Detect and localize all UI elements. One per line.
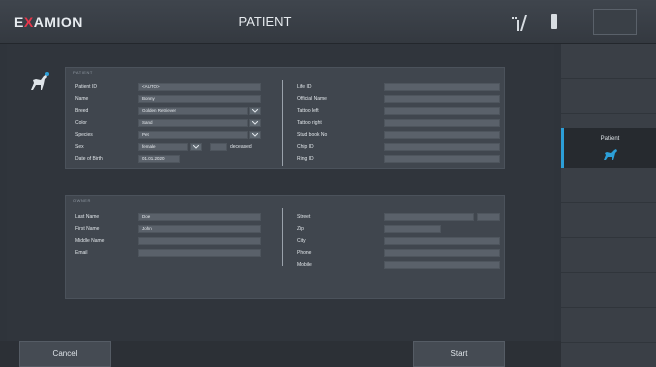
first-name-field[interactable]: John bbox=[138, 225, 261, 233]
chevron-down-icon[interactable] bbox=[190, 143, 202, 151]
species-label: Species bbox=[75, 132, 93, 138]
official-name-label: Official Name bbox=[297, 96, 327, 102]
antenna-icon bbox=[512, 15, 527, 31]
house-number-field[interactable] bbox=[477, 213, 500, 221]
tattoo-left-field[interactable] bbox=[384, 107, 500, 115]
dob-label: Date of Birth bbox=[75, 156, 103, 162]
ring-id-label: Ring ID bbox=[297, 156, 314, 162]
name-label: Name bbox=[75, 96, 89, 102]
sidebar-item-label: Patient bbox=[600, 136, 620, 142]
city-field[interactable] bbox=[384, 237, 500, 245]
phone-label: Phone bbox=[297, 250, 312, 256]
email-field[interactable] bbox=[138, 249, 261, 257]
owner-section: OWNER Last Name Doe First Name John Midd… bbox=[65, 195, 505, 299]
sidebar-item[interactable] bbox=[561, 79, 656, 114]
city-label: City bbox=[297, 238, 306, 244]
email-label: Email bbox=[75, 250, 88, 256]
tattoo-left-label: Tattoo left bbox=[297, 108, 319, 114]
middle-name-field[interactable] bbox=[138, 237, 261, 245]
sidebar bbox=[561, 44, 656, 367]
color-label: Color bbox=[75, 120, 87, 126]
breed-label: Breed bbox=[75, 108, 89, 114]
street-field[interactable] bbox=[384, 213, 474, 221]
cancel-button[interactable]: Cancel bbox=[19, 341, 111, 367]
chevron-down-icon[interactable] bbox=[249, 119, 261, 127]
mobile-label: Mobile bbox=[297, 262, 312, 268]
official-name-field[interactable] bbox=[384, 95, 500, 103]
dob-field[interactable]: 01.01.2020 bbox=[138, 155, 180, 163]
sidebar-item[interactable] bbox=[561, 308, 656, 343]
top-bar: EXAMION PATIENT bbox=[0, 0, 656, 44]
deceased-checkbox[interactable] bbox=[210, 143, 227, 151]
section-title: PATIENT bbox=[73, 70, 93, 75]
chevron-down-icon[interactable] bbox=[249, 107, 261, 115]
last-name-field[interactable]: Doe bbox=[138, 213, 261, 221]
divider bbox=[282, 80, 283, 166]
ring-id-field[interactable] bbox=[384, 155, 500, 163]
sidebar-item[interactable] bbox=[561, 238, 656, 273]
color-select[interactable]: Sand bbox=[138, 119, 248, 127]
zip-field[interactable] bbox=[384, 225, 441, 233]
deceased-label: deceased bbox=[230, 144, 252, 150]
sidebar-item[interactable] bbox=[561, 168, 656, 203]
phone-field[interactable] bbox=[384, 249, 500, 257]
patient-id-label: Patient ID bbox=[75, 84, 97, 90]
dog-icon bbox=[31, 72, 49, 90]
tattoo-right-label: Tattoo right bbox=[297, 120, 322, 126]
sex-label: Sex bbox=[75, 144, 84, 150]
life-id-label: Life ID bbox=[297, 84, 312, 90]
life-id-field[interactable] bbox=[384, 83, 500, 91]
middle-name-label: Middle Name bbox=[75, 238, 105, 244]
mobile-field[interactable] bbox=[384, 261, 500, 269]
battery-icon bbox=[551, 14, 557, 29]
sidebar-item-patient[interactable]: Patient bbox=[561, 128, 656, 168]
patient-id-field[interactable]: <AUTO> bbox=[138, 83, 261, 91]
sidebar-item[interactable] bbox=[561, 203, 656, 238]
top-right-button[interactable] bbox=[593, 9, 637, 35]
chevron-down-icon[interactable] bbox=[249, 131, 261, 139]
street-label: Street bbox=[297, 214, 311, 220]
sex-select[interactable]: female bbox=[138, 143, 188, 151]
section-title: OWNER bbox=[73, 198, 91, 203]
name-field[interactable]: Bonny bbox=[138, 95, 261, 103]
tattoo-right-field[interactable] bbox=[384, 119, 500, 127]
divider bbox=[282, 208, 283, 266]
chip-id-label: Chip ID bbox=[297, 144, 314, 150]
chip-id-field[interactable] bbox=[384, 143, 500, 151]
zip-label: Zip bbox=[297, 226, 304, 232]
sidebar-item[interactable] bbox=[561, 273, 656, 308]
species-select[interactable]: Pet bbox=[138, 131, 248, 139]
patient-section: PATIENT Patient ID <AUTO> Name Bonny Bre… bbox=[65, 67, 505, 169]
breed-select[interactable]: Golden Retriever bbox=[138, 107, 248, 115]
stud-book-label: Stud book No bbox=[297, 132, 328, 138]
stud-book-field[interactable] bbox=[384, 131, 500, 139]
page-title: PATIENT bbox=[238, 14, 292, 29]
first-name-label: First Name bbox=[75, 226, 100, 232]
dog-icon bbox=[604, 149, 617, 160]
start-button[interactable]: Start bbox=[413, 341, 505, 367]
last-name-label: Last Name bbox=[75, 214, 100, 220]
sidebar-item[interactable] bbox=[561, 44, 656, 79]
